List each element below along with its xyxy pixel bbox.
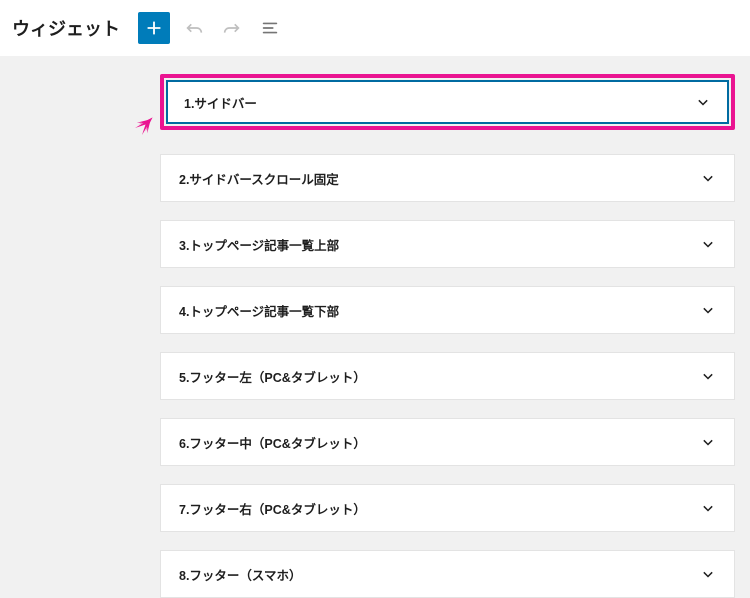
chevron-down-icon <box>693 92 713 112</box>
widget-area-top-page-list-upper[interactable]: 3.トップページ記事一覧上部 <box>160 220 735 268</box>
chevron-down-icon <box>698 366 718 386</box>
widget-areas-list: 1.サイドバー 2.サイドバースクロール固定 3.トップページ記事一覧上部 4.… <box>0 56 750 598</box>
widget-area-sidebar[interactable]: 1.サイドバー <box>160 74 735 130</box>
widget-area-sidebar-scroll-fixed[interactable]: 2.サイドバースクロール固定 <box>160 154 735 202</box>
widget-area-footer-sp[interactable]: 8.フッター（スマホ） <box>160 550 735 598</box>
top-toolbar: ウィジェット <box>0 0 750 56</box>
plus-icon <box>143 17 165 39</box>
widget-area-label: 7.フッター右（PC&タブレット） <box>179 499 366 518</box>
widget-area-label: 5.フッター左（PC&タブレット） <box>179 367 366 386</box>
chevron-down-icon <box>698 234 718 254</box>
add-block-button[interactable] <box>138 12 170 44</box>
widget-area-label: 1.サイドバー <box>184 93 257 112</box>
chevron-down-icon <box>698 432 718 452</box>
chevron-down-icon <box>698 498 718 518</box>
widget-area-top-page-list-lower[interactable]: 4.トップページ記事一覧下部 <box>160 286 735 334</box>
redo-icon <box>221 17 243 39</box>
list-view-icon <box>259 17 281 39</box>
annotation-arrow-icon <box>114 114 156 161</box>
widget-area-footer-center[interactable]: 6.フッター中（PC&タブレット） <box>160 418 735 466</box>
list-view-button[interactable] <box>256 14 284 42</box>
chevron-down-icon <box>698 300 718 320</box>
widget-area-label: 3.トップページ記事一覧上部 <box>179 235 339 254</box>
chevron-down-icon <box>698 168 718 188</box>
widget-area-footer-left[interactable]: 5.フッター左（PC&タブレット） <box>160 352 735 400</box>
widget-area-label: 6.フッター中（PC&タブレット） <box>179 433 366 452</box>
page-title: ウィジェット <box>12 15 120 41</box>
undo-icon <box>183 17 205 39</box>
chevron-down-icon <box>698 564 718 584</box>
undo-button[interactable] <box>180 14 208 42</box>
widget-area-footer-right[interactable]: 7.フッター右（PC&タブレット） <box>160 484 735 532</box>
widget-area-label: 8.フッター（スマホ） <box>179 565 302 584</box>
widget-area-label: 2.サイドバースクロール固定 <box>179 169 339 188</box>
widget-area-label: 4.トップページ記事一覧下部 <box>179 301 339 320</box>
redo-button[interactable] <box>218 14 246 42</box>
